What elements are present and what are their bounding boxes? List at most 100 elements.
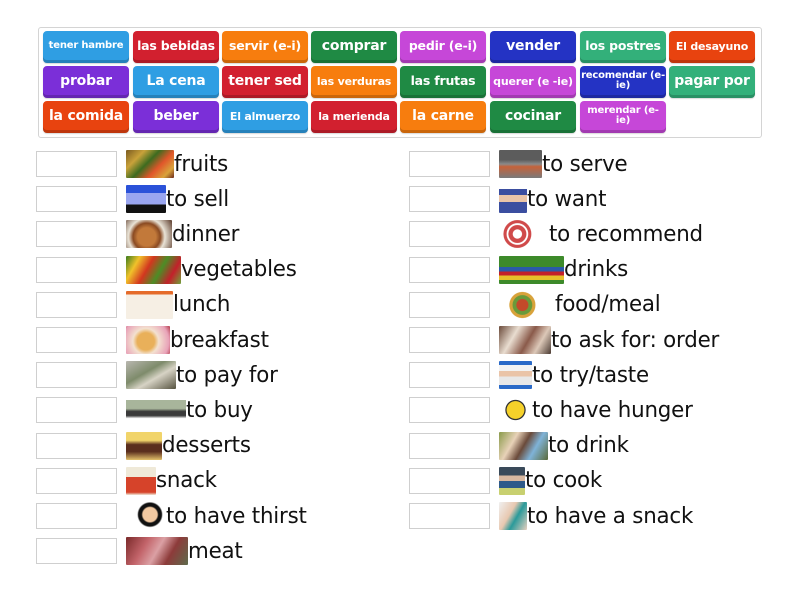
match-row: to pay for <box>36 361 281 390</box>
sell-sign-cartoon-icon <box>126 185 166 214</box>
match-row: to have a snack <box>409 502 698 530</box>
prompt-text: to sell <box>166 186 229 212</box>
answer-drop-box[interactable] <box>409 467 490 494</box>
vegetables-photo-icon <box>126 255 181 284</box>
chef-boy-tasting-photo-icon <box>499 361 532 390</box>
prompt-text: to have hunger <box>532 397 693 423</box>
prompt-text: to serve <box>542 151 628 177</box>
match-row: fruits <box>36 150 230 178</box>
thirsty-cartoon-icon <box>126 502 166 530</box>
money-for-key-photo-icon <box>126 396 186 425</box>
prompt-text: desserts <box>162 433 251 459</box>
roast-turkey-dinner-photo-icon <box>126 220 172 249</box>
match-row: desserts <box>36 431 254 460</box>
prompt-text: to have a snack <box>527 503 694 529</box>
word-tile[interactable]: tener sed <box>222 66 308 98</box>
prompt-text: breakfast <box>170 327 269 353</box>
answer-drop-box[interactable] <box>36 538 117 565</box>
match-row: to ask for: order <box>409 326 724 354</box>
prompt-text: to ask for: order <box>551 327 720 353</box>
prompt-text: lunch <box>173 292 231 318</box>
answer-drop-box[interactable] <box>36 291 117 318</box>
lunch-tray-photo-icon <box>126 290 173 319</box>
prompt-text: to have thirst <box>166 503 307 529</box>
woman-drinking-photo-icon <box>499 431 548 460</box>
answer-drop-box[interactable] <box>36 503 117 529</box>
food-plate-chart-icon <box>499 290 551 319</box>
match-row: vegetables <box>36 255 300 284</box>
answer-drop-box[interactable] <box>36 432 117 459</box>
prompt-text: food/meal <box>555 292 661 318</box>
prompt-text: meat <box>188 538 243 564</box>
prompt-text: to cook <box>525 468 603 494</box>
prompt-text: to pay for <box>176 362 278 388</box>
uncle-sam-want-photo-icon <box>499 185 527 214</box>
answer-drop-box[interactable] <box>409 186 490 213</box>
answer-drop-box[interactable] <box>409 362 490 389</box>
paying-cash-photo-icon <box>126 361 176 390</box>
answer-drop-box[interactable] <box>409 221 490 248</box>
match-row: to have hunger <box>409 396 698 425</box>
answer-drop-box[interactable] <box>36 186 117 213</box>
raw-meat-photo-icon <box>126 537 188 566</box>
word-tile[interactable]: recomendar (e-ie) <box>580 66 666 98</box>
word-tile[interactable]: querer (e -ie) <box>490 66 576 98</box>
answer-drop-box[interactable] <box>409 432 490 459</box>
answer-drop-box[interactable] <box>409 397 490 424</box>
word-tile[interactable]: El almuerzo <box>222 101 308 133</box>
answer-drop-box[interactable] <box>409 151 490 177</box>
answer-drop-box[interactable] <box>409 291 490 318</box>
word-tile[interactable]: los postres <box>580 31 666 63</box>
word-tile[interactable]: comprar <box>311 31 397 63</box>
match-row: snack <box>36 466 219 495</box>
word-tile[interactable]: probar <box>43 66 129 98</box>
word-tile[interactable]: servir (e-i) <box>222 31 308 63</box>
match-row: to serve <box>409 150 630 178</box>
prompt-text: to try/taste <box>532 362 649 388</box>
answer-drop-box[interactable] <box>409 503 490 529</box>
word-tile[interactable]: vender <box>490 31 576 63</box>
answer-drop-box[interactable] <box>409 256 490 283</box>
pancakes-photo-icon <box>126 326 170 354</box>
prompt-text: to want <box>527 186 607 212</box>
match-row: meat <box>36 537 244 566</box>
word-tile[interactable]: las frutas <box>400 66 486 98</box>
word-tile[interactable]: merendar (e-ie) <box>580 101 666 133</box>
word-tile[interactable]: beber <box>133 101 219 133</box>
answer-drop-box[interactable] <box>36 467 117 494</box>
match-row: to try/taste <box>409 361 653 390</box>
answer-drop-box[interactable] <box>36 256 117 283</box>
answer-drop-box[interactable] <box>36 221 117 248</box>
word-tile[interactable]: la comida <box>43 101 129 133</box>
match-row: to recommend <box>409 220 708 249</box>
word-tile[interactable]: las bebidas <box>133 31 219 63</box>
match-row: to want <box>409 185 609 214</box>
word-tile[interactable]: las verduras <box>311 66 397 98</box>
prompt-text: to recommend <box>549 221 703 247</box>
word-tile[interactable]: cocinar <box>490 101 576 133</box>
word-tile[interactable]: la merienda <box>311 101 397 133</box>
cake-slice-photo-icon <box>126 431 162 460</box>
prompt-text: dinner <box>172 221 240 247</box>
answer-drop-box[interactable] <box>36 327 117 353</box>
answer-drop-box[interactable] <box>409 327 490 353</box>
answer-drop-box[interactable] <box>36 151 117 177</box>
word-tile[interactable]: la carne <box>400 101 486 133</box>
word-tile[interactable]: La cena <box>133 66 219 98</box>
match-row: to have thirst <box>36 502 311 530</box>
word-tile[interactable]: pagar por <box>669 66 755 98</box>
hungry-face-emoji-icon <box>499 396 532 425</box>
answer-drop-box[interactable] <box>36 397 117 424</box>
prompt-text: fruits <box>174 151 229 177</box>
prompt-text: snack <box>156 468 217 494</box>
match-row: to buy <box>36 396 255 425</box>
word-tile[interactable]: El desayuno <box>669 31 755 63</box>
fruit-drinks-photo-icon <box>499 255 564 284</box>
match-row: food/meal <box>409 290 664 319</box>
match-row: to drink <box>409 431 631 460</box>
match-row: to sell <box>36 185 231 214</box>
answer-drop-box[interactable] <box>36 362 117 389</box>
word-tile[interactable]: pedir (e-i) <box>400 31 486 63</box>
word-tile[interactable]: tener hambre <box>43 31 129 63</box>
match-row: drinks <box>409 255 630 284</box>
